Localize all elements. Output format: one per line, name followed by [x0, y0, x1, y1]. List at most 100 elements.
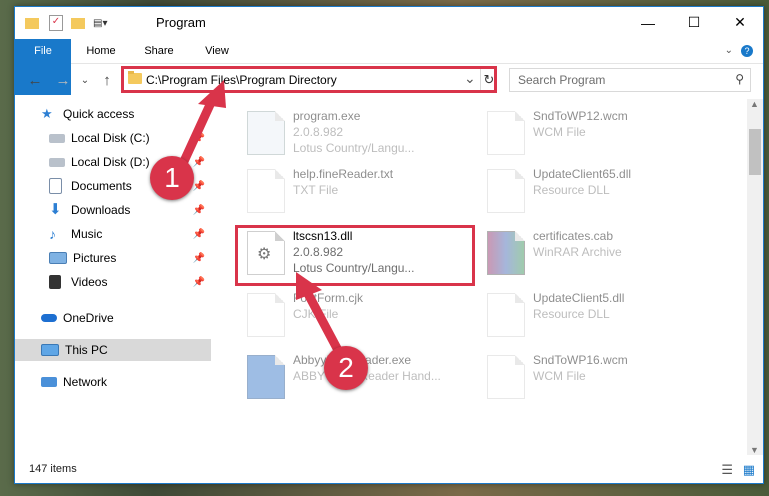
file-name: UpdateClient65.dll [533, 167, 632, 181]
forward-icon[interactable]: → [53, 70, 73, 90]
vertical-scrollbar[interactable]: ▲ ▼ [747, 99, 763, 455]
download-arrow-icon: ⬇ [49, 201, 62, 218]
computer-icon [41, 344, 59, 356]
dll-file-icon [487, 169, 525, 213]
back-icon[interactable]: ← [25, 70, 45, 90]
sidebar-item-quick-access[interactable]: ★ Quick access [15, 103, 211, 125]
cloud-icon [41, 314, 57, 322]
sidebar-item-label: OneDrive [63, 311, 114, 325]
pin-icon[interactable]: 📌 [193, 229, 205, 240]
exe-file-icon [247, 355, 285, 399]
callout-number-2: 2 [324, 346, 368, 390]
file-icon [487, 355, 525, 399]
file-item[interactable]: FontForm.cjk CJK File [239, 285, 475, 341]
status-bar: 147 items ☰ ▦ [15, 457, 763, 483]
file-highlight-box [235, 225, 475, 286]
search-icon[interactable]: ⚲ [735, 72, 744, 86]
help-icon[interactable]: ? [741, 45, 753, 57]
pin-icon[interactable]: 📌 [193, 133, 205, 144]
sidebar-item-label: Local Disk (D:) [71, 155, 150, 169]
sidebar-item-network[interactable]: Network [15, 371, 211, 393]
film-icon [49, 275, 61, 289]
file-name: certificates.cab [533, 229, 614, 243]
scroll-up-icon[interactable]: ▲ [750, 99, 759, 109]
sidebar-item-pictures[interactable]: Pictures 📌 [15, 247, 211, 269]
sidebar-item-this-pc[interactable]: This PC [15, 339, 211, 361]
file-name: SndToWP12.wcm [533, 109, 628, 123]
sidebar-item-label: Local Disk (C:) [71, 131, 150, 145]
file-icon [487, 111, 525, 155]
sidebar-item-downloads[interactable]: ⬇ Downloads 📌 [15, 199, 211, 221]
tab-home[interactable]: Home [79, 39, 123, 63]
quick-access-toolbar: ✓ ▤▾ [25, 14, 107, 32]
file-type: WinRAR Archive [533, 245, 622, 259]
sidebar-item-label: This PC [65, 343, 108, 357]
scrollbar-thumb[interactable] [749, 129, 761, 175]
sidebar-item-label: Videos [71, 275, 108, 289]
properties-icon[interactable]: ✓ [49, 15, 63, 31]
sidebar-item-music[interactable]: ♪ Music 📌 [15, 223, 211, 245]
address-highlight-box [121, 66, 497, 93]
drive-icon [49, 157, 65, 167]
music-note-icon: ♪ [49, 226, 56, 242]
file-name: program.exe [293, 109, 361, 123]
drive-icon [49, 133, 65, 143]
file-type: CJK File [293, 307, 339, 321]
sidebar-item-label: Pictures [73, 251, 117, 265]
dll-file-icon [487, 293, 525, 337]
large-icons-view-icon[interactable]: ▦ [743, 462, 755, 478]
new-folder-icon[interactable] [71, 17, 85, 29]
pin-icon[interactable]: 📌 [193, 277, 205, 288]
navigation-pane: ★ Quick access Local Disk (C:) 📌 Local D… [15, 99, 211, 455]
up-icon[interactable]: ↑ [97, 70, 117, 90]
tab-share[interactable]: Share [137, 39, 181, 63]
ribbon-tabs: File Home Share View ⌄ ? [15, 39, 763, 95]
file-item[interactable]: SndToWP12.wcm WCM File [479, 103, 715, 159]
sidebar-item-onedrive[interactable]: OneDrive [15, 307, 211, 329]
text-file-icon [247, 169, 285, 213]
pin-icon[interactable]: 📌 [193, 253, 205, 264]
file-icon [247, 293, 285, 337]
sidebar-item-label: Quick access [63, 107, 135, 121]
file-type: TXT File [293, 183, 339, 197]
file-item[interactable]: SndToWP16.wcm WCM File [479, 347, 715, 403]
file-name: FontForm.cjk [293, 291, 364, 305]
sidebar-item-label: Music [71, 227, 103, 241]
exe-file-icon [247, 111, 285, 155]
item-count: 147 items [29, 463, 77, 475]
archive-file-icon [487, 231, 525, 275]
file-name: help.fineReader.txt [293, 167, 394, 181]
sidebar-item-label: Network [63, 375, 108, 389]
file-type: Resource DLL [533, 307, 610, 321]
network-icon [41, 377, 57, 387]
sidebar-item-local-disk-c[interactable]: Local Disk (C:) 📌 [15, 127, 211, 149]
sidebar-item-label: Documents [71, 179, 132, 193]
title-bar: ✓ ▤▾ Program — ☐ ✕ [15, 7, 763, 39]
maximize-button[interactable]: ☐ [671, 7, 717, 38]
pin-icon[interactable]: 📌 [193, 157, 205, 168]
search-input[interactable]: Search Program [518, 73, 605, 87]
scroll-down-icon[interactable]: ▼ [750, 445, 759, 455]
minimize-button[interactable]: — [625, 7, 671, 38]
file-item[interactable]: certificates.cab WinRAR Archive [479, 223, 715, 279]
details-view-icon[interactable]: ☰ [721, 462, 733, 478]
pin-icon[interactable]: 📌 [193, 181, 205, 192]
file-item[interactable]: help.fineReader.txt TXT File [239, 161, 475, 217]
sidebar-item-videos[interactable]: Videos 📌 [15, 271, 211, 293]
recent-locations-icon[interactable]: ⌄ [75, 70, 95, 90]
file-type: WCM File [533, 369, 586, 383]
customize-toolbar-icon[interactable]: ▤▾ [93, 18, 107, 29]
star-icon: ★ [41, 106, 53, 121]
explorer-window: ✓ ▤▾ Program — ☐ ✕ File Home Share View … [14, 6, 764, 484]
callout-number-1: 1 [150, 156, 194, 200]
file-description: Lotus Country/Langu... [293, 141, 415, 155]
file-item[interactable]: UpdateClient5.dll Resource DLL [479, 285, 715, 341]
tab-view[interactable]: View [195, 39, 239, 63]
file-item[interactable]: UpdateClient65.dll Resource DLL [479, 161, 715, 217]
file-item[interactable]: program.exe 2.0.8.982 Lotus Country/Lang… [239, 103, 475, 159]
file-type: Resource DLL [533, 183, 610, 197]
pin-icon[interactable]: 📌 [193, 205, 205, 216]
search-box[interactable]: Search Program ⚲ [509, 68, 751, 92]
expand-ribbon-icon[interactable]: ⌄ [725, 45, 733, 56]
close-button[interactable]: ✕ [717, 7, 763, 38]
